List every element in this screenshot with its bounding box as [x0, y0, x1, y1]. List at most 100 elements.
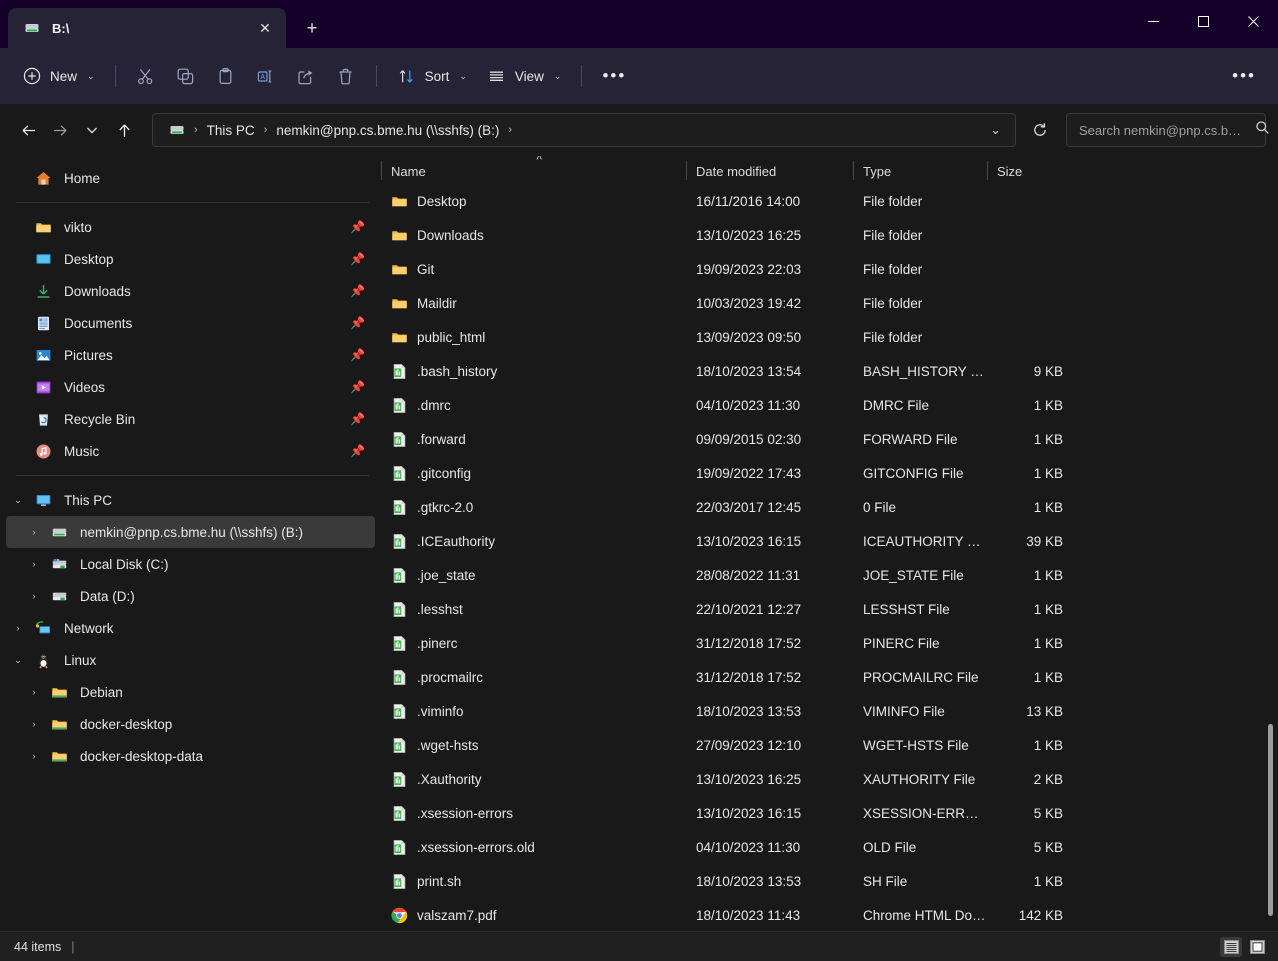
recent-locations-button[interactable]	[76, 114, 108, 146]
file-list-pane[interactable]: Name Date modified Type Size ˄ Desktop 16…	[381, 156, 1278, 931]
sidebar-item-home[interactable]: › Home	[6, 162, 375, 194]
paste-button[interactable]	[206, 58, 246, 94]
breadcrumb-dropdown-button[interactable]: ⌄	[982, 122, 1009, 138]
sidebar-item-local-disk-c[interactable]: › Local Disk (C:)	[6, 548, 375, 580]
table-row[interactable]: Desktop 16/11/2016 14:00 File folder	[381, 184, 1272, 218]
table-row[interactable]: .procmailrc 31/12/2018 17:52 PROCMAILRC Fi…	[381, 660, 1272, 694]
refresh-button[interactable]	[1024, 114, 1056, 146]
breadcrumb-drive-icon-item[interactable]	[163, 119, 191, 141]
view-button[interactable]: View ⌄	[477, 58, 572, 94]
pin-icon[interactable]: 📌	[350, 444, 365, 458]
table-row[interactable]: .xsession-errors.old 04/10/2023 11:30 OLD …	[381, 830, 1272, 864]
pin-icon[interactable]: 📌	[350, 252, 365, 266]
sidebar-item-sshfs-drive[interactable]: › nemkin@pnp.cs.bme.hu (\\sshfs) (B:)	[6, 516, 375, 548]
sort-button[interactable]: Sort ⌄	[387, 58, 477, 94]
chevron-down-icon[interactable]: ⌄	[6, 644, 30, 676]
table-row[interactable]: .gtkrc-2.0 22/03/2017 12:45 0 File 1 KB	[381, 490, 1272, 524]
table-row[interactable]: .dmrc 04/10/2023 11:30 DMRC File 1 KB	[381, 388, 1272, 422]
breadcrumb[interactable]: › This PC › nemkin@pnp.cs.bme.hu (\\sshf…	[152, 113, 1016, 147]
column-header-name[interactable]: Name	[381, 158, 686, 184]
sidebar-item-vikto[interactable]: › vikto 📌	[6, 211, 375, 243]
table-row[interactable]: Git 19/09/2023 22:03 File folder	[381, 252, 1272, 286]
pin-icon[interactable]: 📌	[350, 220, 365, 234]
sidebar-item-recycle-bin[interactable]: › Recycle Bin 📌	[6, 403, 375, 435]
forward-button[interactable]	[44, 114, 76, 146]
scrollbar-thumb[interactable]	[1268, 724, 1273, 916]
chevron-right-icon[interactable]: ›	[22, 516, 46, 548]
chevron-right-icon[interactable]: ›	[22, 580, 46, 612]
pin-icon[interactable]: 📌	[350, 380, 365, 394]
table-row[interactable]: .wget-hsts 27/09/2023 12:10 WGET-HSTS File…	[381, 728, 1272, 762]
table-row[interactable]: Maildir 10/03/2023 19:42 File folder	[381, 286, 1272, 320]
cut-button[interactable]	[126, 58, 166, 94]
close-button[interactable]	[1228, 0, 1278, 42]
copy-button[interactable]	[166, 58, 206, 94]
breadcrumb-separator-3[interactable]: ›	[505, 124, 515, 136]
sidebar-item-downloads[interactable]: › Downloads 📌	[6, 275, 375, 307]
share-button[interactable]	[286, 58, 326, 94]
column-header-type[interactable]: Type	[853, 158, 987, 184]
sidebar-item-this-pc[interactable]: ⌄ This PC	[6, 484, 375, 516]
new-button[interactable]: New ⌄	[12, 58, 105, 94]
table-row[interactable]: print.sh 18/10/2023 13:53 SH File 1 KB	[381, 864, 1272, 898]
sidebar-item-pictures[interactable]: › Pictures 📌	[6, 339, 375, 371]
back-button[interactable]	[12, 114, 44, 146]
file-rows-container[interactable]: Desktop 16/11/2016 14:00 File folder Downlo…	[381, 184, 1278, 931]
breadcrumb-separator-1[interactable]: ›	[191, 124, 201, 136]
breadcrumb-item-this-pc[interactable]: This PC	[201, 120, 261, 141]
see-more-button[interactable]: •••	[1222, 58, 1266, 94]
sidebar-item-music[interactable]: › Music 📌	[6, 435, 375, 467]
table-row[interactable]: .bash_history 18/10/2023 13:54 BASH_HISTOR…	[381, 354, 1272, 388]
table-row[interactable]: .gitconfig 19/09/2022 17:43 GITCONFIG File…	[381, 456, 1272, 490]
sidebar-item-videos[interactable]: › Videos 📌	[6, 371, 375, 403]
pin-icon[interactable]: 📌	[350, 348, 365, 362]
sidebar-item-documents[interactable]: › Documents 📌	[6, 307, 375, 339]
delete-button[interactable]	[326, 58, 366, 94]
sidebar-item-debian[interactable]: › Debian	[6, 676, 375, 708]
chevron-right-icon[interactable]: ›	[6, 612, 30, 644]
up-button[interactable]	[108, 114, 140, 146]
navigation-pane[interactable]: › Home › vikto 📌 ›	[0, 156, 381, 931]
more-options-button[interactable]: •••	[592, 58, 636, 94]
chevron-down-icon[interactable]: ⌄	[6, 484, 30, 516]
table-row[interactable]: .pinerc 31/12/2018 17:52 PINERC File 1 KB	[381, 626, 1272, 660]
table-row[interactable]: .forward 09/09/2015 02:30 FORWARD File 1 KB	[381, 422, 1272, 456]
rename-button[interactable]: A	[246, 58, 286, 94]
pin-icon[interactable]: 📌	[350, 316, 365, 330]
minimize-button[interactable]	[1128, 0, 1178, 42]
table-row[interactable]: .viminfo 18/10/2023 13:53 VIMINFO File 13 K…	[381, 694, 1272, 728]
search-input[interactable]	[1079, 122, 1255, 138]
column-header-date-modified[interactable]: Date modified	[686, 158, 853, 184]
table-row[interactable]: valszam7.pdf 18/10/2023 11:43 Chrome HTML …	[381, 898, 1272, 931]
sidebar-item-linux[interactable]: ⌄ Linux	[6, 644, 375, 676]
search-icon[interactable]	[1255, 120, 1270, 140]
chevron-right-icon[interactable]: ›	[22, 740, 46, 772]
sidebar-item-desktop[interactable]: › Desktop 📌	[6, 243, 375, 275]
chevron-right-icon[interactable]: ›	[22, 548, 46, 580]
table-row[interactable]: .xsession-errors 13/10/2023 16:15 XSESSION…	[381, 796, 1272, 830]
sidebar-item-network[interactable]: › Network	[6, 612, 375, 644]
table-row[interactable]: .lesshst 22/10/2021 12:27 LESSHST File 1 KB	[381, 592, 1272, 626]
tab-close-button[interactable]: ✕	[252, 15, 278, 41]
large-icons-view-icon[interactable]	[1246, 937, 1268, 957]
maximize-button[interactable]	[1178, 0, 1228, 42]
details-view-icon[interactable]	[1220, 936, 1242, 957]
column-header-size[interactable]: Size	[987, 158, 1083, 184]
table-row[interactable]: .joe_state 28/08/2022 11:31 JOE_STATE File…	[381, 558, 1272, 592]
chevron-right-icon[interactable]: ›	[22, 676, 46, 708]
chevron-right-icon[interactable]: ›	[22, 708, 46, 740]
table-row[interactable]: .Xauthority 13/10/2023 16:25 XAUTHORITY Fi…	[381, 762, 1272, 796]
sidebar-item-docker-desktop-data[interactable]: › docker-desktop-data	[6, 740, 375, 772]
pin-icon[interactable]: 📌	[350, 412, 365, 426]
search-box[interactable]	[1066, 113, 1269, 147]
new-tab-button[interactable]: +	[294, 12, 330, 44]
table-row[interactable]: Downloads 13/10/2023 16:25 File folder	[381, 218, 1272, 252]
tab-b-drive[interactable]: B:\ ✕	[8, 8, 286, 48]
table-row[interactable]: public_html 13/09/2023 09:50 File folder	[381, 320, 1272, 354]
vertical-scrollbar[interactable]	[1264, 184, 1276, 927]
sidebar-item-docker-desktop[interactable]: › docker-desktop	[6, 708, 375, 740]
sidebar-item-data-d[interactable]: › Data (D:)	[6, 580, 375, 612]
table-row[interactable]: .ICEauthority 13/10/2023 16:15 ICEAUTHORIT…	[381, 524, 1272, 558]
breadcrumb-item-drive[interactable]: nemkin@pnp.cs.bme.hu (\\sshfs) (B:)	[270, 120, 505, 141]
breadcrumb-separator-2[interactable]: ›	[261, 124, 271, 136]
